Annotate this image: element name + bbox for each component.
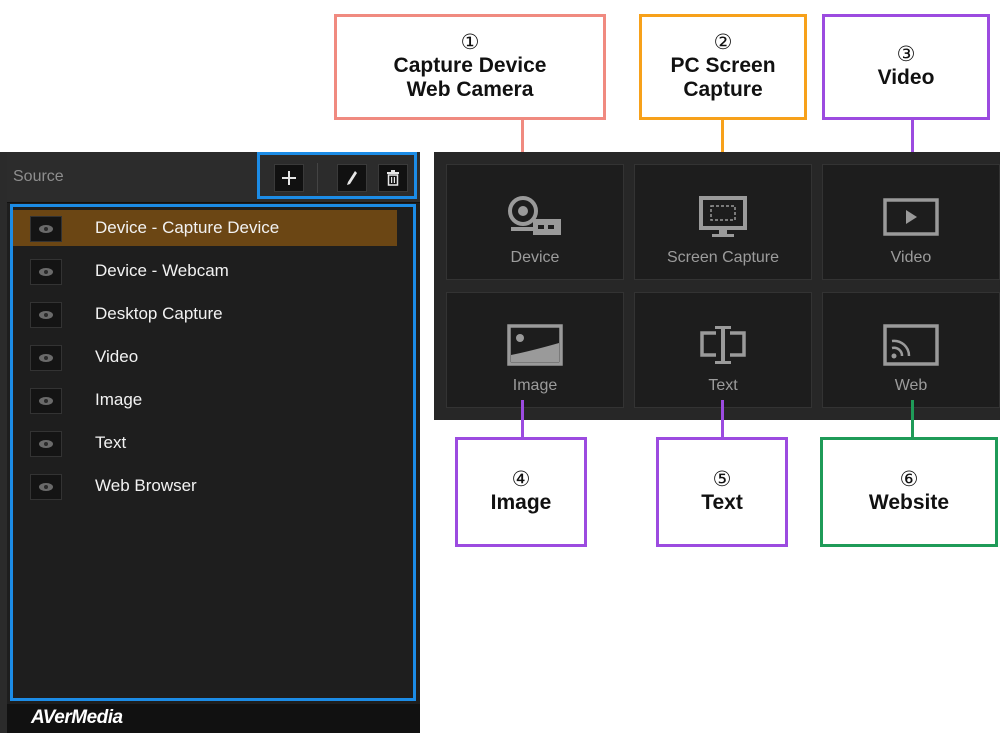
source-item-video[interactable]: Video	[13, 339, 413, 375]
source-item-desktop-capture[interactable]: Desktop Capture	[13, 296, 413, 332]
source-toolbar	[257, 152, 417, 199]
tile-video[interactable]: Video	[822, 164, 1000, 280]
callout-text: Capture	[683, 78, 763, 101]
avermedia-logo: AVerMedia	[31, 707, 123, 728]
callout-text: Video	[877, 66, 935, 89]
eye-icon	[39, 311, 53, 319]
webcam-capture-icon	[508, 196, 561, 235]
eye-icon	[39, 225, 53, 233]
visibility-toggle[interactable]	[30, 474, 62, 500]
source-item-label: Device - Capture Device	[95, 218, 280, 237]
connector-line	[721, 400, 724, 438]
source-item-label: Video	[95, 347, 139, 366]
source-item-label: Web Browser	[95, 476, 197, 495]
source-item-image[interactable]: Image	[13, 382, 413, 418]
callout-number: ②	[713, 31, 733, 54]
source-type-grid: Device Screen Capture Video Image Text W…	[434, 152, 1000, 420]
toolbar-divider	[317, 163, 318, 193]
tile-label: Text	[708, 377, 738, 394]
callout-pc-screen-capture: ② PC Screen Capture	[639, 14, 807, 120]
callout-video: ③ Video	[822, 14, 990, 120]
delete-source-button[interactable]	[378, 164, 408, 192]
callout-text: Capture Device	[393, 54, 547, 77]
tile-image[interactable]: Image	[446, 292, 624, 408]
callout-image: ④ Image	[455, 437, 587, 547]
brand-footer: AVerMedia	[7, 704, 420, 733]
source-item-label: Image	[95, 390, 143, 409]
tile-label: Screen Capture	[666, 249, 780, 266]
source-panel-header: Source	[7, 152, 420, 203]
connector-line	[911, 400, 914, 438]
edit-source-button[interactable]	[337, 164, 367, 192]
tile-label: Device	[510, 249, 560, 266]
visibility-toggle[interactable]	[30, 259, 62, 285]
callout-text: Image	[490, 491, 552, 514]
eye-icon	[39, 354, 53, 362]
callout-text: PC Screen	[670, 54, 776, 77]
connector-line	[521, 400, 524, 438]
trash-icon	[387, 170, 399, 186]
tile-label: Image	[512, 377, 558, 394]
plus-icon	[282, 171, 296, 185]
source-item-webcam[interactable]: Device - Webcam	[13, 253, 413, 289]
text-cursor-icon	[700, 326, 746, 364]
source-item-label: Device - Webcam	[95, 261, 229, 280]
source-item-web-browser[interactable]: Web Browser	[13, 468, 413, 504]
eye-icon	[39, 440, 53, 448]
eye-icon	[39, 397, 53, 405]
visibility-toggle[interactable]	[30, 216, 62, 242]
callout-number: ①	[460, 31, 480, 54]
tile-text[interactable]: Text	[634, 292, 812, 408]
callout-number: ④	[511, 468, 531, 491]
source-item-text[interactable]: Text	[13, 425, 413, 461]
callout-number: ⑤	[712, 468, 732, 491]
tile-screen-capture[interactable]: Screen Capture	[634, 164, 812, 280]
visibility-toggle[interactable]	[30, 388, 62, 414]
tile-label: Web	[894, 377, 928, 394]
image-icon	[507, 324, 563, 366]
tile-web[interactable]: Web	[822, 292, 1000, 408]
callout-text: ⑤ Text	[656, 437, 788, 547]
tile-device[interactable]: Device	[446, 164, 624, 280]
source-item-label: Text	[95, 433, 127, 452]
callout-text: Web Camera	[406, 78, 534, 101]
callout-number: ⑥	[899, 468, 919, 491]
cast-icon	[883, 324, 939, 366]
callout-number: ③	[896, 43, 916, 66]
play-icon	[883, 198, 939, 236]
eye-icon	[39, 483, 53, 491]
monitor-icon	[699, 196, 747, 237]
source-item-capture-device[interactable]: Device - Capture Device	[13, 210, 397, 246]
tile-label: Video	[890, 249, 932, 266]
visibility-toggle[interactable]	[30, 345, 62, 371]
pencil-icon	[347, 171, 357, 185]
add-source-button[interactable]	[274, 164, 304, 192]
eye-icon	[39, 268, 53, 276]
callout-capture-device: ① Capture Device Web Camera	[334, 14, 606, 120]
source-panel: Source Device - Capture Device Device - …	[0, 152, 420, 733]
source-panel-title: Source	[13, 168, 64, 185]
callout-text: Text	[701, 491, 743, 514]
source-item-label: Desktop Capture	[95, 304, 223, 323]
callout-text: Website	[868, 491, 950, 514]
source-list: Device - Capture Device Device - Webcam …	[10, 204, 416, 701]
visibility-toggle[interactable]	[30, 431, 62, 457]
callout-website: ⑥ Website	[820, 437, 998, 547]
visibility-toggle[interactable]	[30, 302, 62, 328]
